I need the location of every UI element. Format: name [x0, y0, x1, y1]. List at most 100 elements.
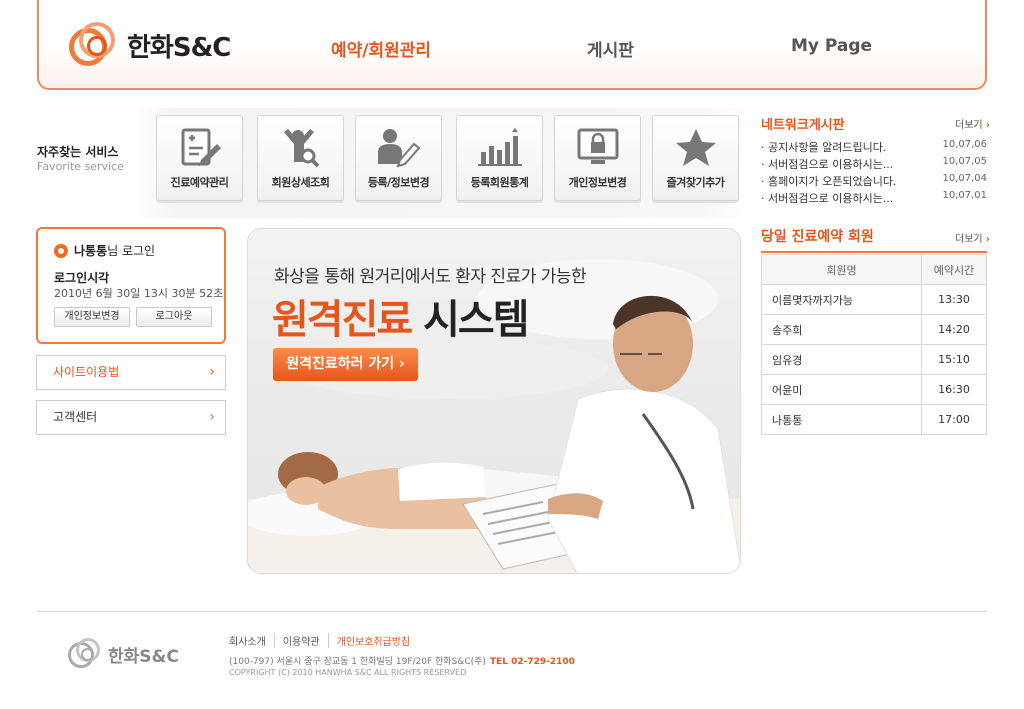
more-label: 더보기 — [955, 120, 983, 131]
bar-chart-icon — [477, 128, 522, 166]
footer-link-privacy[interactable]: 개인보호취급방침 — [327, 633, 419, 648]
site-guide-link[interactable]: 사이트이용법 › — [36, 355, 226, 390]
footer-address-text: (100-797) 서울시 중구 장교동 1 한화빌딩 19F/20F 한화S&… — [229, 657, 486, 667]
board-post[interactable]: · 서버점검으로 이용하시는... 10,07,05 — [761, 156, 987, 172]
footer-address: (100-797) 서울시 중구 장교동 1 한화빌딩 19F/20F 한화S&… — [229, 654, 575, 667]
header: 한화S&C 예약/회원관리 게시판 My Page — [37, 0, 987, 90]
login-username: 나통통 — [74, 244, 108, 258]
board-post-title: 서버점검으로 이용하시는... — [768, 192, 894, 205]
more-label: 더보기 — [955, 234, 983, 245]
logo-text: 한화S&C — [127, 32, 231, 63]
customer-center-link[interactable]: 고객센터 › — [36, 400, 226, 435]
user-edit-icon — [377, 129, 420, 168]
login-box: 나통통 님 로그인 로그인시각 2010년 6월 30일 13시 30분 52초… — [36, 227, 226, 344]
board-post[interactable]: · 홈페이지가 오픈되었습니다. 10,07,04 — [761, 173, 987, 189]
fav-privacy-button[interactable]: 개인정보변경 — [554, 115, 641, 201]
fav-member-search-button[interactable]: 회원상세조회 — [257, 115, 344, 201]
banner-headline-black: 시스템 — [411, 297, 529, 343]
medical-form-icon — [181, 128, 221, 166]
reservations-more-link[interactable]: 더보기 › — [955, 230, 990, 245]
board-post-title: 공지사항을 알려드립니다. — [768, 141, 887, 154]
banner-headline-orange: 원격진료 — [272, 297, 413, 343]
chevron-right-icon: › — [985, 120, 990, 131]
fav-stats-button[interactable]: 등록회원통계 — [456, 115, 543, 201]
telemedicine-banner: 화상을 통해 원거리에서도 환자 진료가 가능한 원격진료 시스템 원격진료하러… — [247, 228, 741, 574]
reservation-time: 13:30 — [921, 284, 987, 315]
board-post[interactable]: · 서버점검으로 이용하시는... 10,07,01 — [761, 190, 987, 206]
member-name: 송주희 — [761, 314, 922, 345]
hanwha-logo-icon — [68, 638, 104, 670]
network-board-title: 네트워크게시판 — [761, 118, 845, 133]
banner-headline: 원격진료 시스템 — [272, 287, 530, 345]
favorites-subtitle: Favorite service — [37, 160, 124, 173]
col-reservation-time: 예약시간 — [921, 254, 987, 285]
footer-logo: 한화S&C — [68, 638, 179, 670]
member-name: 나통통 — [761, 404, 922, 435]
table-row[interactable]: 나통통 17:00 — [761, 404, 987, 435]
board-post-date: 10,07,04 — [942, 173, 987, 184]
col-member-name: 회원명 — [761, 254, 922, 285]
board-post-date: 10,07,05 — [942, 156, 987, 167]
fav-reservation-button[interactable]: 진료예약관리 — [156, 115, 243, 201]
footer-link-company[interactable]: 회사소개 — [229, 633, 274, 648]
board-post[interactable]: · 공지사항을 알려드립니다. 10,07,06 — [761, 139, 987, 155]
login-suffix: 님 로그인 — [107, 244, 156, 258]
chevron-right-icon: › — [209, 364, 215, 380]
user-search-icon — [283, 129, 319, 168]
member-name: 어윤미 — [761, 374, 922, 405]
fav-label: 회원상세조회 — [271, 176, 330, 189]
table-row[interactable]: 임유경 15:10 — [761, 344, 987, 375]
fav-label: 등록/정보변경 — [367, 176, 430, 189]
hanwha-logo-icon — [69, 22, 121, 68]
chevron-right-icon: › — [209, 409, 215, 425]
table-row[interactable]: 어윤미 16:30 — [761, 374, 987, 405]
nav-mypage[interactable]: My Page — [791, 36, 872, 56]
user-dot-icon — [54, 243, 68, 258]
customer-center-label: 고객센터 — [53, 410, 98, 424]
nav-board[interactable]: 게시판 — [587, 36, 634, 61]
logo[interactable]: 한화S&C — [69, 22, 231, 68]
table-header-row: 회원명 예약시간 — [761, 254, 987, 285]
fav-label: 즐겨찾기추가 — [666, 176, 725, 189]
star-icon — [675, 129, 716, 166]
section-divider — [761, 251, 987, 253]
table-row[interactable]: 이름몇자까지가능 13:30 — [761, 284, 987, 315]
reservation-time: 16:30 — [921, 374, 987, 405]
fav-label: 진료예약관리 — [170, 176, 229, 189]
fav-register-button[interactable]: 등록/정보변경 — [355, 115, 442, 201]
nav-reservation[interactable]: 예약/회원관리 — [331, 36, 431, 61]
footer-link-terms[interactable]: 이용약관 — [273, 633, 328, 648]
table-row[interactable]: 송주희 14:20 — [761, 314, 987, 345]
footer-links: 회사소개 이용약관 개인보호취급방침 — [229, 633, 418, 648]
login-since-label: 로그인시각 — [54, 271, 110, 285]
telemedicine-cta-button[interactable]: 원격진료하러 가기 › — [273, 348, 418, 381]
monitor-lock-icon — [577, 128, 618, 164]
profile-edit-button[interactable]: 개인정보변경 — [54, 307, 130, 327]
reservation-time: 14:20 — [921, 314, 987, 345]
login-user: 나통통 님 로그인 — [54, 242, 155, 259]
footer-copyright: COPYRIGHT (C) 2010 HANWHA S&C ALL RIGHTS… — [229, 668, 467, 677]
board-post-title: 홈페이지가 오픈되었습니다. — [768, 175, 897, 188]
board-post-date: 10,07,01 — [942, 190, 987, 201]
member-name: 이름몇자까지가능 — [761, 284, 922, 315]
login-since-time: 2010년 6월 30일 13시 30분 52초 — [54, 287, 224, 300]
footer-tel: TEL 02-729-2100 — [489, 657, 575, 667]
fav-bookmark-button[interactable]: 즐겨찾기추가 — [652, 115, 739, 201]
reservation-time: 15:10 — [921, 344, 987, 375]
favorites-title: 자주찾는 서비스 — [37, 145, 119, 159]
reservations-table: 회원명 예약시간 이름몇자까지가능 13:30 송주희 14:20 임유경 15:10… — [761, 254, 987, 435]
board-post-date: 10,07,06 — [942, 139, 987, 150]
reservations-title: 당일 진료예약 회원 — [761, 229, 874, 245]
reservation-time: 17:00 — [921, 404, 987, 435]
member-name: 임유경 — [761, 344, 922, 375]
chevron-right-icon: › — [985, 234, 990, 245]
fav-label: 등록회원통계 — [470, 176, 529, 189]
site-guide-label: 사이트이용법 — [53, 365, 120, 379]
footer-divider — [37, 611, 987, 612]
fav-label: 개인정보변경 — [568, 176, 627, 189]
logout-button[interactable]: 로그아웃 — [136, 307, 212, 327]
network-board-more-link[interactable]: 더보기 › — [955, 116, 990, 131]
banner-tagline: 화상을 통해 원거리에서도 환자 진료가 가능한 — [274, 267, 587, 287]
footer-logo-text: 한화S&C — [108, 646, 179, 667]
board-post-title: 서버점검으로 이용하시는... — [768, 158, 894, 171]
